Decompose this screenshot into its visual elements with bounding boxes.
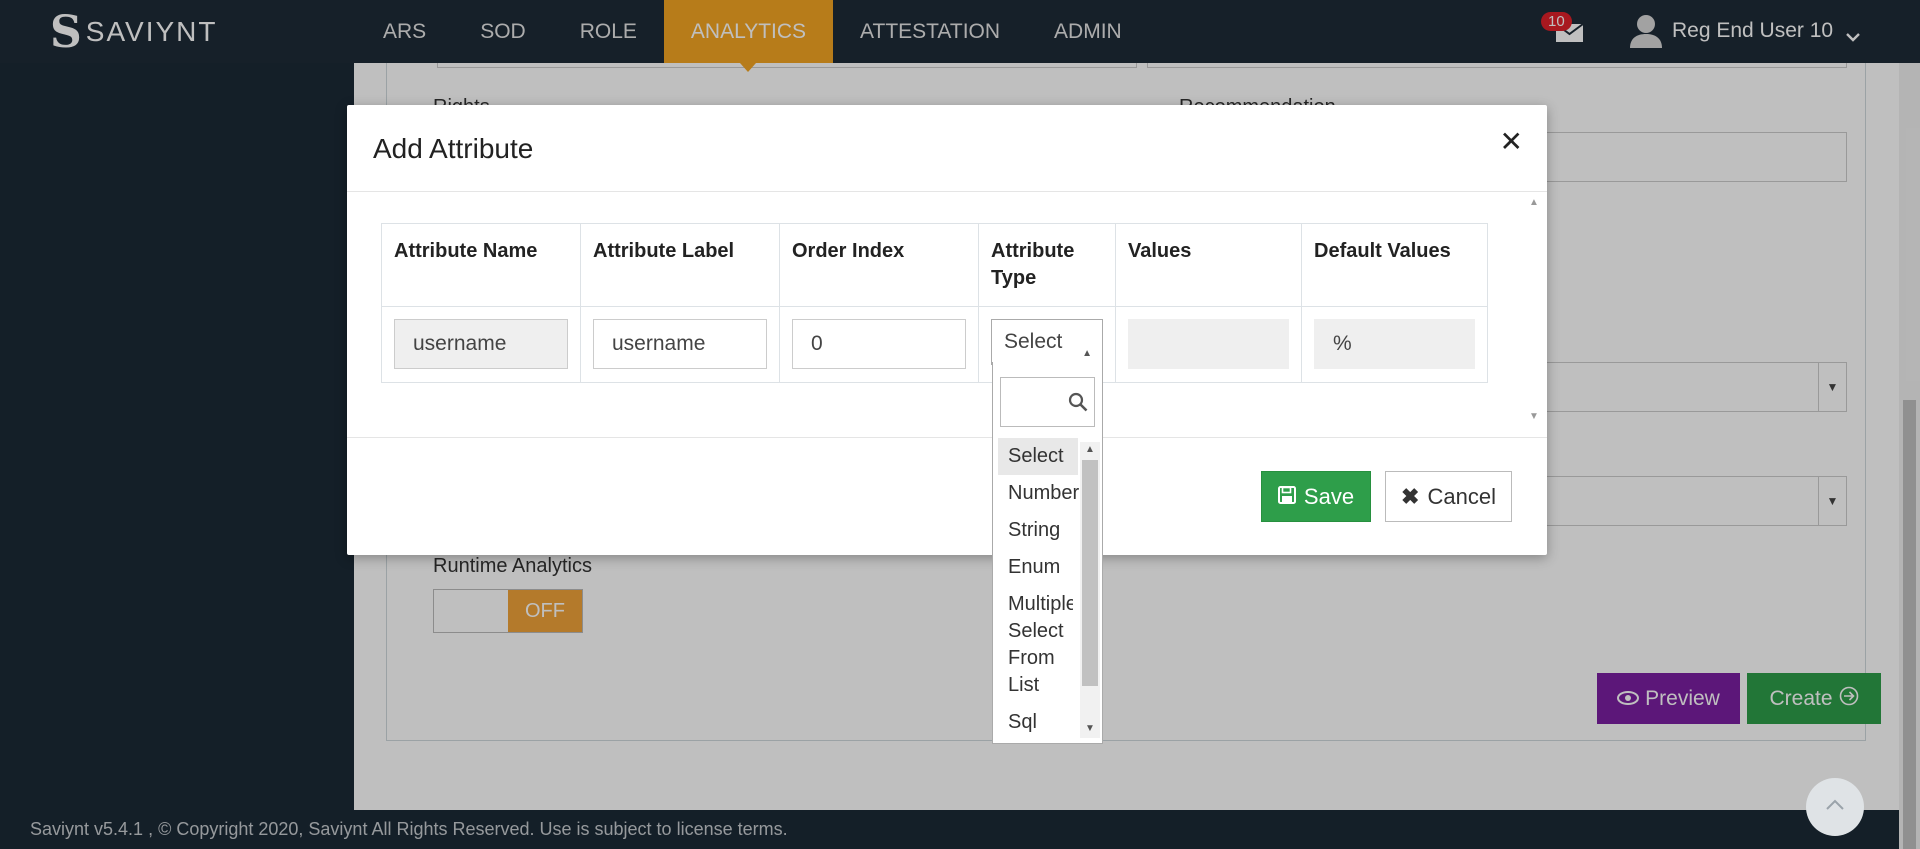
dropdown-scrollbar[interactable]: ▲ ▼ [1080, 442, 1100, 738]
cancel-button[interactable]: ✖ Cancel [1385, 471, 1512, 522]
option-multiple-select-from-list[interactable]: Multiple Select From List [993, 586, 1073, 704]
create-label: Create [1769, 686, 1833, 710]
dropdown-options: Select Number String Enum Multiple Selec… [993, 438, 1083, 741]
col-attribute-name: Attribute Name [381, 223, 581, 307]
table-header-row: Attribute Name Attribute Label Order Ind… [381, 223, 1488, 307]
chevron-down-icon: ▼ [1818, 477, 1846, 525]
col-attribute-label: Attribute Label [580, 223, 780, 307]
floppy-disk-icon [1277, 484, 1296, 510]
runtime-analytics-label: Runtime Analytics [433, 555, 592, 577]
attribute-table: Attribute Name Attribute Label Order Ind… [381, 223, 1488, 383]
close-icon[interactable]: ✕ [1500, 125, 1523, 158]
attribute-type-dropdown: Select Number String Enum Multiple Selec… [992, 362, 1103, 744]
cell-attribute-name: username [381, 306, 581, 383]
cell-default-values: % [1301, 306, 1488, 383]
save-label: Save [1303, 483, 1355, 509]
user-avatar-icon [1630, 14, 1662, 48]
logo-text: SAVIYNT [85, 16, 218, 47]
x-icon: ✖ [1401, 483, 1420, 509]
saviynt-logo[interactable]: S SAVIYNT [50, 7, 218, 58]
option-sql[interactable]: Sql [993, 704, 1083, 741]
modal-header: Add Attribute ✕ [347, 105, 1547, 192]
nav-analytics[interactable]: ANALYTICS [663, 0, 834, 72]
scroll-up-icon[interactable]: ▲ [1085, 444, 1095, 455]
attribute-type-select[interactable]: Select ▲ [991, 319, 1103, 365]
chevron-up-icon [1825, 798, 1845, 816]
dropdown-scroll-thumb[interactable] [1082, 460, 1098, 686]
logo-mark: S [50, 6, 84, 58]
arrow-circle-right-icon [1839, 686, 1859, 712]
attribute-name-input[interactable]: username [394, 319, 568, 369]
modal-body: Attribute Name Attribute Label Order Ind… [347, 193, 1547, 438]
cell-attribute-label: username [580, 306, 780, 383]
modal-title: Add Attribute [373, 133, 534, 164]
save-button[interactable]: Save [1261, 471, 1371, 522]
page-scrollbar[interactable] [1899, 0, 1920, 849]
runtime-analytics-toggle[interactable]: OFF [433, 589, 583, 633]
scroll-down-icon[interactable]: ▼ [1529, 411, 1539, 422]
col-default-values: Default Values [1301, 223, 1488, 307]
scroll-up-icon[interactable]: ▲ [1529, 197, 1539, 208]
table-row: username username 0 Select ▲ % [381, 306, 1488, 383]
user-name: Reg End User 10 [1672, 19, 1834, 42]
option-number[interactable]: Number [993, 475, 1083, 512]
toggle-state: OFF [508, 590, 582, 632]
toggle-track [434, 590, 508, 632]
attribute-type-value: Select [1004, 330, 1063, 353]
nav-sod[interactable]: SOD [453, 0, 553, 63]
modal-body-scrollbar[interactable]: ▲ ▼ [1525, 197, 1543, 422]
scroll-down-icon[interactable]: ▼ [1085, 723, 1095, 734]
option-select[interactable]: Select [998, 438, 1078, 475]
scrollbar-thumb[interactable] [1903, 400, 1916, 849]
col-values: Values [1115, 223, 1302, 307]
nav-ars[interactable]: ARS [356, 0, 453, 63]
add-attribute-modal: Add Attribute ✕ Attribute Name Attribute… [347, 105, 1547, 555]
scroll-to-top-button[interactable] [1806, 778, 1864, 836]
nav-admin[interactable]: ADMIN [1027, 0, 1149, 63]
cancel-label: Cancel [1427, 483, 1496, 509]
footer: Saviynt v5.4.1 , © Copyright 2020, Saviy… [0, 810, 1899, 849]
default-values-input[interactable]: % [1314, 319, 1475, 369]
user-menu[interactable]: Reg End User 10 [1630, 14, 1861, 48]
search-icon [1068, 392, 1088, 412]
values-input[interactable] [1128, 319, 1289, 369]
option-string[interactable]: String [993, 512, 1083, 549]
create-button[interactable]: Create [1747, 673, 1881, 724]
nav-role[interactable]: ROLE [553, 0, 664, 63]
preview-label: Preview [1645, 686, 1720, 710]
eye-icon [1617, 687, 1640, 711]
top-nav-bar: S SAVIYNT ARS SOD ROLE ANALYTICS ATTESTA… [0, 0, 1920, 72]
chevron-down-icon [1845, 25, 1861, 42]
col-order-index: Order Index [779, 223, 979, 307]
sidebar [0, 63, 354, 810]
option-enum[interactable]: Enum [993, 549, 1083, 586]
dropdown-search-input[interactable] [1000, 377, 1095, 427]
col-attribute-type: Attribute Type [978, 223, 1116, 307]
cell-values [1115, 306, 1302, 383]
chevron-down-icon: ▼ [1818, 363, 1846, 411]
cell-order-index: 0 [779, 306, 979, 383]
modal-footer: Save ✖ Cancel [347, 438, 1547, 555]
preview-button[interactable]: Preview [1597, 673, 1740, 724]
main-nav: ARS SOD ROLE ANALYTICS ATTESTATION ADMIN [356, 0, 1149, 72]
attribute-label-input[interactable]: username [593, 319, 767, 369]
nav-attestation[interactable]: ATTESTATION [833, 0, 1027, 63]
order-index-input[interactable]: 0 [792, 319, 966, 369]
notification-badge: 10 [1541, 12, 1572, 31]
